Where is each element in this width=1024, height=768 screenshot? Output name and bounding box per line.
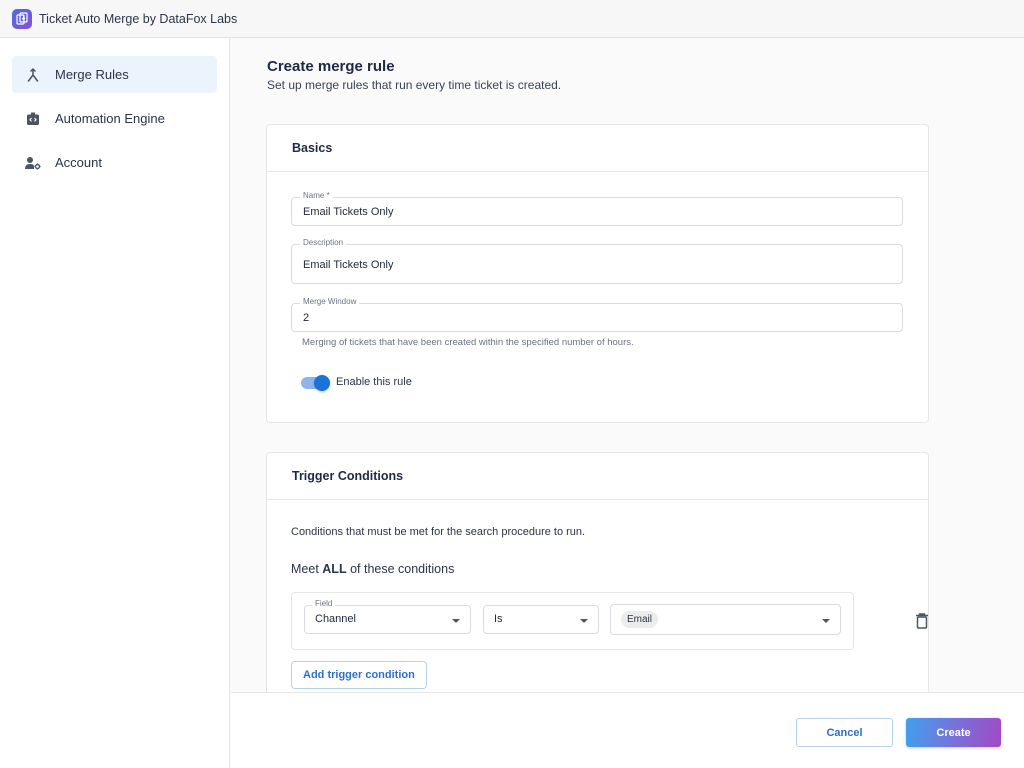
name-field-label: Name * (300, 191, 333, 200)
trigger-description: Conditions that must be met for the sear… (291, 526, 586, 538)
value-chip[interactable]: Email (621, 611, 659, 628)
page-subtitle: Set up merge rules that run every time t… (267, 78, 562, 92)
condition-row: Field Channel Is Email (291, 592, 854, 650)
chevron-down-icon (580, 619, 588, 623)
delete-condition-icon[interactable] (915, 613, 929, 629)
footer-actions: Cancel Create (231, 692, 1024, 768)
trigger-conditions-card: Trigger Conditions Conditions that must … (266, 452, 929, 692)
user-settings-icon (25, 155, 41, 171)
description-field[interactable]: Description Email Tickets Only (291, 238, 903, 284)
merge-window-helper: Merging of tickets that have been create… (302, 337, 634, 348)
chevron-down-icon (452, 619, 460, 623)
merge-icon (25, 67, 41, 83)
description-field-value: Email Tickets Only (303, 259, 394, 271)
name-field-value: Email Tickets Only (303, 206, 394, 218)
meet-strong: ALL (322, 562, 347, 576)
condition-operator-value: Is (494, 613, 503, 625)
toggle-knob (314, 375, 330, 391)
sidebar-item-automation-engine[interactable]: Automation Engine (12, 100, 217, 137)
enable-rule-label: Enable this rule (336, 376, 412, 388)
add-trigger-condition-button[interactable]: Add trigger condition (291, 661, 427, 689)
condition-field-select[interactable]: Field Channel (304, 599, 471, 634)
main-content: Create merge rule Set up merge rules tha… (231, 38, 1024, 692)
code-briefcase-icon (25, 111, 41, 127)
merge-window-field-label: Merge Window (300, 297, 360, 306)
sidebar-item-merge-rules[interactable]: Merge Rules (12, 56, 217, 93)
meet-suffix: of these conditions (350, 562, 455, 576)
sidebar-item-label: Merge Rules (55, 67, 129, 82)
chevron-down-icon (822, 619, 830, 623)
merge-window-field-value: 2 (303, 312, 310, 324)
meet-prefix: Meet (291, 562, 319, 576)
app-title: Ticket Auto Merge by DataFox Labs (39, 11, 238, 26)
meet-conditions-text: Meet ALL of these conditions (291, 562, 454, 576)
basics-header: Basics (267, 125, 928, 172)
page-title: Create merge rule (267, 58, 395, 75)
name-field[interactable]: Name * Email Tickets Only (291, 191, 903, 226)
sidebar-item-label: Account (55, 155, 102, 170)
description-field-label: Description (300, 238, 347, 247)
app-logo-icon (12, 8, 32, 29)
condition-field-label: Field (312, 599, 336, 608)
trigger-conditions-header: Trigger Conditions (267, 453, 928, 500)
create-button[interactable]: Create (906, 718, 1001, 747)
cancel-button[interactable]: Cancel (796, 718, 893, 747)
enable-rule-toggle[interactable] (301, 375, 330, 391)
condition-value-select[interactable]: Email (610, 604, 841, 635)
condition-field-value: Channel (315, 613, 356, 625)
app-header: Ticket Auto Merge by DataFox Labs (0, 0, 1024, 38)
sidebar-item-label: Automation Engine (55, 111, 165, 126)
sidebar-item-account[interactable]: Account (12, 144, 217, 181)
sidebar: Merge Rules Automation Engine Account (0, 38, 230, 768)
condition-operator-select[interactable]: Is (483, 605, 599, 634)
merge-window-field[interactable]: Merge Window 2 (291, 297, 903, 332)
basics-card: Basics Name * Email Tickets Only Descrip… (266, 124, 929, 423)
